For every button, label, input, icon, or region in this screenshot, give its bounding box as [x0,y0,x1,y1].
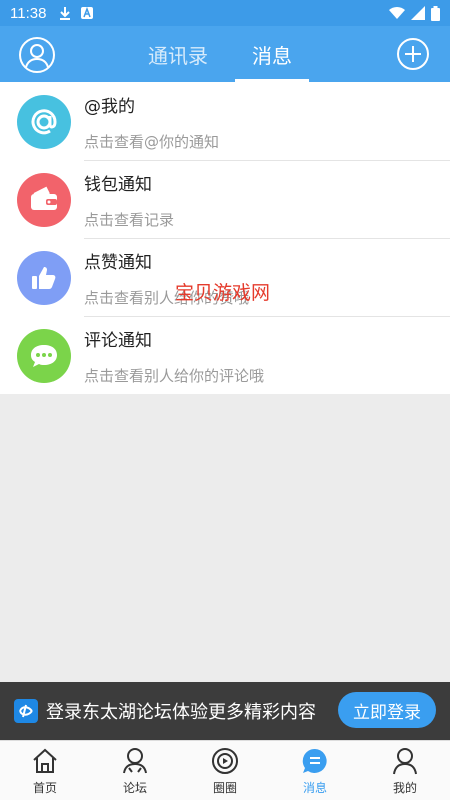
wallet-icon [31,186,57,210]
at-icon [31,109,57,135]
bottom-nav: 首页 论坛 圈圈 消息 我的 [0,740,450,800]
list-item-comments[interactable]: 评论通知 点击查看别人给你的评论哦 [0,316,450,394]
status-time: 11:38 [10,4,47,22]
nav-item-home[interactable]: 首页 [0,741,90,800]
login-prompt-text: 登录东太湖论坛体验更多精彩内容 [46,702,316,723]
item-title: @我的 [84,97,135,117]
nav-label: 论坛 [122,781,147,795]
status-bar: 11:38 [0,0,450,26]
header-tabs: 通讯录 消息 [0,26,450,82]
thumbs-up-icon [32,267,56,289]
add-button[interactable] [396,37,430,71]
tab-contacts[interactable]: 通讯录 [131,26,225,82]
nav-label: 消息 [302,781,327,795]
login-now-button[interactable]: 立即登录 [338,692,436,728]
nav-item-circle[interactable]: 圈圈 [180,741,270,800]
wallet-badge [17,173,71,227]
nav-label: 圈圈 [212,781,237,795]
item-title: 评论通知 [84,331,152,351]
home-icon [33,748,57,773]
forum-logo-icon [14,699,38,723]
list-item-wallet[interactable]: 钱包通知 点击查看记录 [0,160,450,238]
app-bar: 通讯录 消息 [0,26,450,82]
item-subtitle: 点击查看别人给你的评论哦 [84,367,265,385]
wifi-icon [389,6,405,20]
login-banner: 登录东太湖论坛体验更多精彩内容 立即登录 [0,682,450,740]
comment-badge [17,329,71,383]
item-subtitle: 点击查看@你的通知 [84,133,220,151]
message-icon [302,748,327,773]
download-icon [60,7,71,20]
message-list: @我的 点击查看@你的通知 钱包通知 点击查看记录 点赞通知 点击查看别人给你的… [0,82,450,394]
profile-icon [393,748,417,775]
list-item-mentions[interactable]: @我的 点击查看@你的通知 [0,82,450,160]
item-title: 点赞通知 [84,253,152,273]
comment-icon [31,345,57,367]
nav-item-forum[interactable]: 论坛 [90,741,180,800]
likes-badge [17,251,71,305]
nav-label: 首页 [32,781,57,795]
tab-messages[interactable]: 消息 [225,26,319,82]
forum-icon [123,748,147,774]
watermark-text: 宝贝游戏网 [175,282,271,304]
battery-icon [431,5,440,21]
plus-circle-icon [397,38,429,70]
item-subtitle: 点击查看记录 [84,211,175,229]
nav-item-profile[interactable]: 我的 [360,741,450,800]
nav-item-messages[interactable]: 消息 [270,741,360,800]
item-title: 钱包通知 [84,175,152,195]
mention-badge [17,95,71,149]
nav-label: 我的 [392,781,417,795]
notification-a-icon [81,6,94,19]
circle-icon [212,748,238,774]
signal-icon [411,6,425,20]
